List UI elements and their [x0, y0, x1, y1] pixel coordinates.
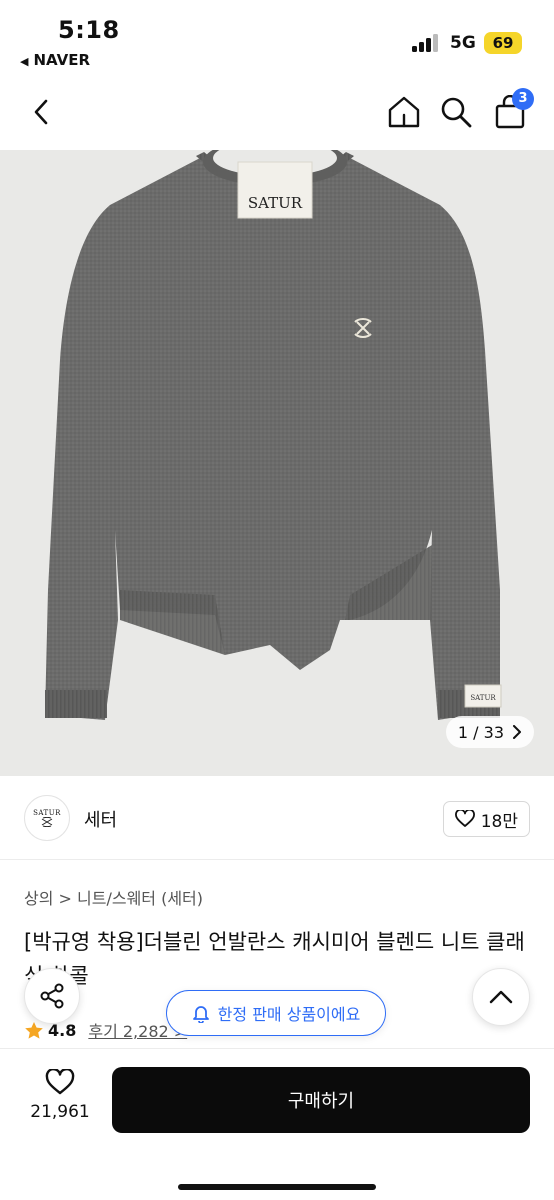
search-icon — [441, 97, 472, 128]
scroll-top-button[interactable] — [472, 968, 530, 1026]
image-pager[interactable]: 1 / 33 — [445, 716, 534, 748]
sleeve-tag-text: SATUR — [470, 694, 496, 702]
pager-text: 1 / 33 — [457, 722, 504, 742]
shop-like-button[interactable]: 18만 — [442, 801, 530, 837]
shop-row: SATUR 세터 18만 — [0, 776, 554, 860]
shop-logo-text: SATUR — [33, 809, 61, 817]
back-button[interactable] — [22, 92, 62, 132]
share-button[interactable] — [24, 968, 80, 1024]
heart-icon — [454, 810, 475, 827]
signal-icon — [412, 34, 442, 52]
battery-indicator: 69 — [484, 32, 522, 54]
status-time: 5:18 — [58, 16, 120, 44]
sweater-image: SATUR SATUR — [45, 150, 502, 720]
neck-label-text: SATUR — [248, 194, 303, 212]
back-app-label: NAVER — [33, 51, 91, 69]
satur-emblem-icon — [41, 817, 53, 827]
shop-logo[interactable]: SATUR — [24, 795, 70, 841]
toast-text: 한정 판매 상품이에요 — [217, 1005, 361, 1024]
star-icon — [25, 1021, 43, 1039]
share-icon — [40, 983, 64, 1009]
bottom-action-bar: 21,961 구매하기 — [0, 1048, 554, 1200]
category-breadcrumb[interactable]: 상의 > 니트/스웨터 (세터) — [24, 885, 203, 909]
chevron-right-icon — [513, 725, 521, 739]
cart-count-badge: 3 — [512, 88, 534, 110]
product-image-carousel[interactable]: SATUR SATUR 1 / 33 — [0, 150, 554, 776]
chevron-up-icon — [489, 990, 513, 1004]
home-button[interactable] — [384, 92, 424, 132]
wishlist-count: 21,961 — [30, 1102, 90, 1122]
heart-outline-icon — [45, 1069, 75, 1095]
wishlist-button[interactable]: 21,961 — [22, 1069, 98, 1122]
chevron-left-icon — [34, 99, 48, 125]
limited-sale-toast: 한정 판매 상품이에요 — [166, 990, 386, 1036]
home-indicator — [178, 1184, 376, 1190]
bell-icon — [192, 1006, 209, 1023]
back-triangle-icon: ◀ — [20, 55, 29, 68]
shop-name[interactable]: 세터 — [84, 806, 117, 832]
status-bar: 5:18 ◀ NAVER 5G 69 — [0, 0, 554, 80]
network-type: 5G — [450, 33, 476, 53]
back-to-app-link[interactable]: ◀ NAVER — [20, 51, 90, 69]
cart-button[interactable]: 3 — [490, 88, 534, 132]
buy-button[interactable]: 구매하기 — [112, 1067, 530, 1133]
product-title: [박규영 착용]더블린 언발란스 캐시미어 블렌드 니트 클래식 차콜 — [24, 930, 525, 988]
search-button[interactable] — [436, 92, 476, 132]
top-nav: 3 — [0, 80, 554, 150]
home-icon — [388, 96, 420, 128]
shop-like-count: 18만 — [480, 811, 518, 832]
